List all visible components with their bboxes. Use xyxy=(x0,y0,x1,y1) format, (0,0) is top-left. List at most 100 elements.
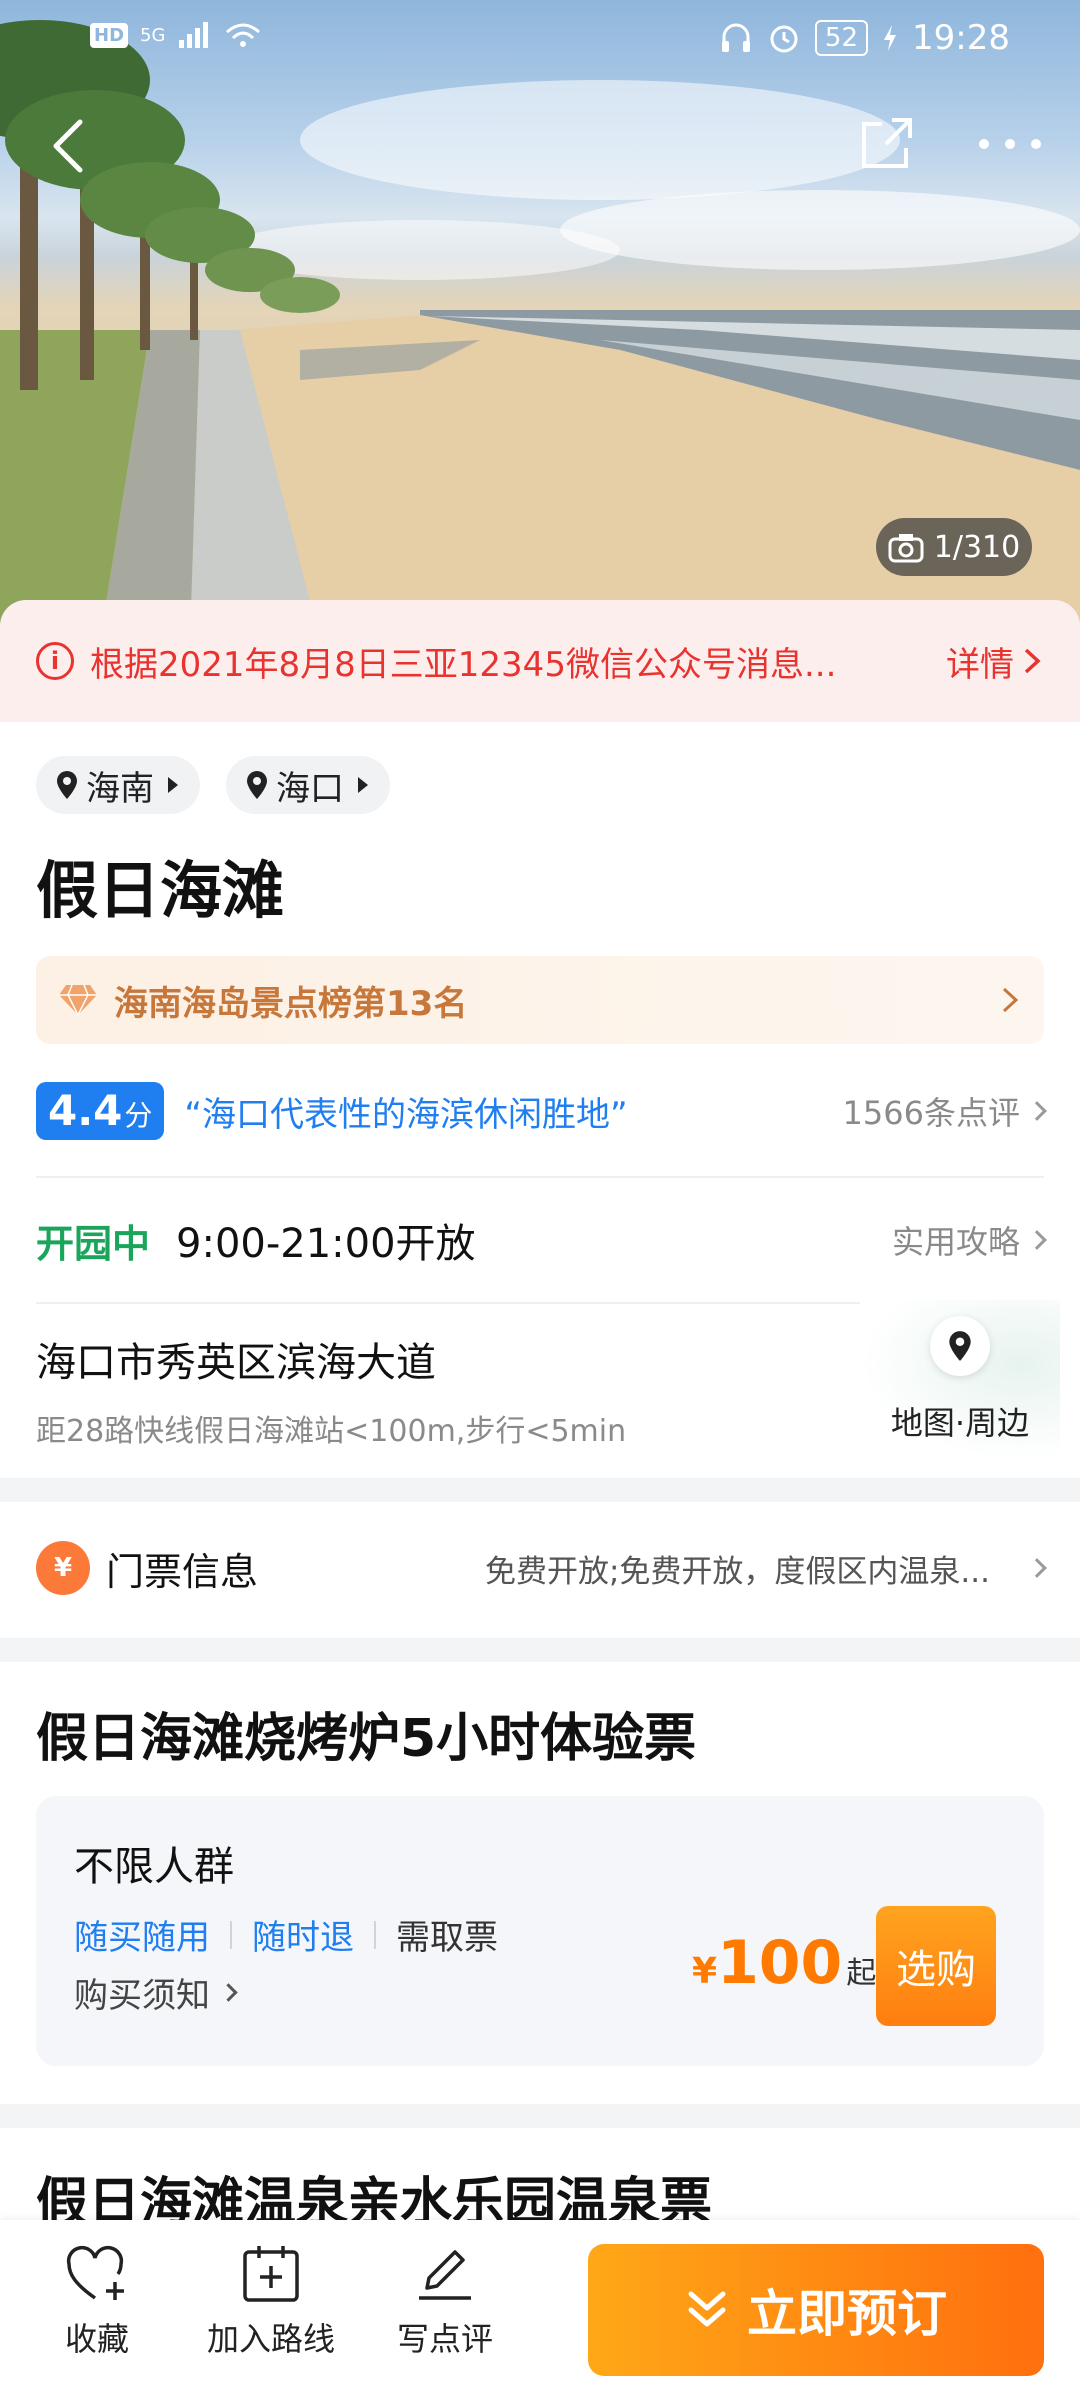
tag-separator xyxy=(230,1920,232,1949)
chevron-right-icon xyxy=(1024,648,1041,674)
more-dots-icon xyxy=(979,139,1041,149)
chevron-right-icon xyxy=(1027,1101,1047,1121)
map-pin-circle xyxy=(930,1316,990,1376)
headphones-icon xyxy=(721,23,750,52)
price-amount: 100 xyxy=(717,1928,843,1998)
write-review-label: 写点评 xyxy=(396,2320,493,2358)
double-chevron-down-icon xyxy=(688,2291,726,2327)
chevron-right-icon xyxy=(1002,987,1019,1013)
chevron-right-icon xyxy=(219,1983,238,2002)
product-card[interactable]: 不限人群 随买随用 随时退 需取票 购买须知 ¥ 100 起 选购 xyxy=(36,1796,1044,2066)
wifi-icon xyxy=(226,23,261,47)
clock: 19:28 xyxy=(912,18,1010,58)
review-count-link[interactable]: 1566条点评 xyxy=(842,1088,1047,1134)
photo-counter-text: 1/310 xyxy=(933,529,1021,565)
status-bar: HD 5G 52 19:28 xyxy=(0,0,1080,80)
chevron-left-icon xyxy=(53,119,83,173)
diamond-icon xyxy=(59,984,97,1017)
score-unit: 分 xyxy=(124,1099,153,1132)
hero-photo[interactable]: HD 5G 52 19:28 1/310 xyxy=(0,0,1080,640)
chevron-right-icon xyxy=(1027,1558,1047,1578)
favorite-button[interactable]: 收藏 xyxy=(12,2244,182,2360)
tag-separator xyxy=(374,1920,376,1949)
section-gap xyxy=(0,1638,1080,1662)
map-label: 地图·周边 xyxy=(890,1404,1030,1442)
signal-icon xyxy=(179,22,209,48)
divider xyxy=(36,1176,1044,1178)
caret-right-icon xyxy=(358,777,368,793)
ticket-info-label: 门票信息 xyxy=(106,1549,259,1594)
address: 海口市秀英区滨海大道 xyxy=(36,1340,436,1386)
camera-icon xyxy=(888,534,924,563)
chip-city[interactable]: 海口 xyxy=(226,756,390,814)
hours-row[interactable]: 开园中 9:00-21:00开放 实用攻略 xyxy=(36,1204,1047,1276)
select-buy-button[interactable]: 选购 xyxy=(876,1906,996,2026)
product-tags: 随买随用 随时退 需取票 xyxy=(74,1910,498,1959)
photo-counter[interactable]: 1/310 xyxy=(876,518,1032,576)
product-price: ¥ 100 起 xyxy=(692,1928,876,1998)
share-button[interactable] xyxy=(856,110,920,174)
section-gap xyxy=(0,2104,1080,2128)
write-review-button[interactable]: 写点评 xyxy=(360,2244,530,2360)
battery-indicator: 52 xyxy=(814,20,869,56)
transit-distance: 距28路快线假日海滩站<100m,步行<5min xyxy=(36,1414,627,1449)
address-block[interactable]: 海口市秀英区滨海大道 距28路快线假日海滩站<100m,步行<5min xyxy=(36,1330,626,1450)
review-count: 1566条点评 xyxy=(842,1094,1020,1132)
charging-icon xyxy=(884,25,897,51)
notice-banner[interactable]: i 根据2021年8月8日三亚12345微信公众号消息... 详情 xyxy=(0,600,1080,722)
ticket-info-description: 免费开放;免费开放，度假区内温泉... xyxy=(484,1553,990,1590)
location-pin-icon xyxy=(57,771,77,799)
info-icon: i xyxy=(36,642,74,680)
ranking-text: 海南海岛景点榜第13名 xyxy=(114,983,468,1024)
book-now-button[interactable]: 立即预订 xyxy=(588,2244,1044,2376)
guide-link[interactable]: 实用攻略 xyxy=(891,1217,1047,1263)
price-currency: ¥ xyxy=(692,1951,718,1992)
score-value: 4.4 xyxy=(48,1086,123,1135)
page-title: 假日海滩 xyxy=(36,854,285,927)
notice-detail-link[interactable]: 详情 xyxy=(946,637,1044,686)
pencil-icon xyxy=(419,2250,471,2300)
opening-hours: 9:00-21:00开放 xyxy=(176,1221,476,1267)
add-route-button[interactable]: 加入路线 xyxy=(186,2244,356,2360)
guide-label: 实用攻略 xyxy=(891,1223,1020,1261)
notice-text: 根据2021年8月8日三亚12345微信公众号消息... xyxy=(90,644,837,685)
audience-label: 不限人群 xyxy=(74,1844,234,1890)
price-suffix: 起 xyxy=(846,1956,877,1991)
map-pin-icon xyxy=(949,1331,971,1361)
calendar-add-icon xyxy=(243,2246,299,2302)
ticket-icon: ¥ xyxy=(36,1541,90,1595)
chip-city-label: 海口 xyxy=(276,768,344,809)
share-icon xyxy=(862,118,912,168)
network-label: 5G xyxy=(140,24,166,46)
alarm-icon xyxy=(770,25,798,53)
hd-badge: HD xyxy=(90,22,129,48)
add-route-label: 加入路线 xyxy=(206,2320,335,2358)
tag-pickup-required: 需取票 xyxy=(396,1918,498,1958)
heart-plus-icon xyxy=(66,2245,124,2300)
section-gap xyxy=(0,1478,1080,1502)
purchase-notice-link[interactable]: 购买须知 xyxy=(74,1968,238,2017)
chevron-right-icon xyxy=(1027,1230,1047,1250)
review-quote: “海口代表性的海滨休闲胜地” xyxy=(184,1094,628,1135)
map-nearby-button[interactable]: 地图·周边 xyxy=(860,1300,1060,1460)
ranking-banner[interactable]: 海南海岛景点榜第13名 xyxy=(36,956,1044,1044)
location-chips: 海南 海口 xyxy=(36,756,390,814)
back-button[interactable] xyxy=(40,110,100,180)
chip-province-label: 海南 xyxy=(86,768,154,809)
bottom-action-bar: 收藏 加入路线 写点评 立即预订 xyxy=(0,2220,1080,2400)
favorite-label: 收藏 xyxy=(64,2320,129,2358)
more-button[interactable] xyxy=(970,110,1050,174)
caret-right-icon xyxy=(168,777,178,793)
ticket-info-row[interactable]: ¥ 门票信息 免费开放;免费开放，度假区内温泉... xyxy=(36,1508,1047,1628)
notice-detail-label: 详情 xyxy=(946,644,1014,685)
location-pin-icon xyxy=(247,771,267,799)
product-title: 假日海滩烧烤炉5小时体验票 xyxy=(36,1709,697,1769)
rating-row[interactable]: 4.4 分 “海口代表性的海滨休闲胜地” 1566条点评 xyxy=(36,1076,1047,1146)
tag-buy-use-anytime: 随买随用 xyxy=(74,1918,210,1958)
book-now-label: 立即预订 xyxy=(747,2285,947,2343)
score-badge: 4.4 分 xyxy=(36,1082,165,1140)
tag-refund-anytime: 随时退 xyxy=(252,1918,354,1958)
open-status: 开园中 xyxy=(36,1221,151,1266)
purchase-notice-label: 购买须知 xyxy=(74,1976,210,2016)
chip-province[interactable]: 海南 xyxy=(36,756,200,814)
